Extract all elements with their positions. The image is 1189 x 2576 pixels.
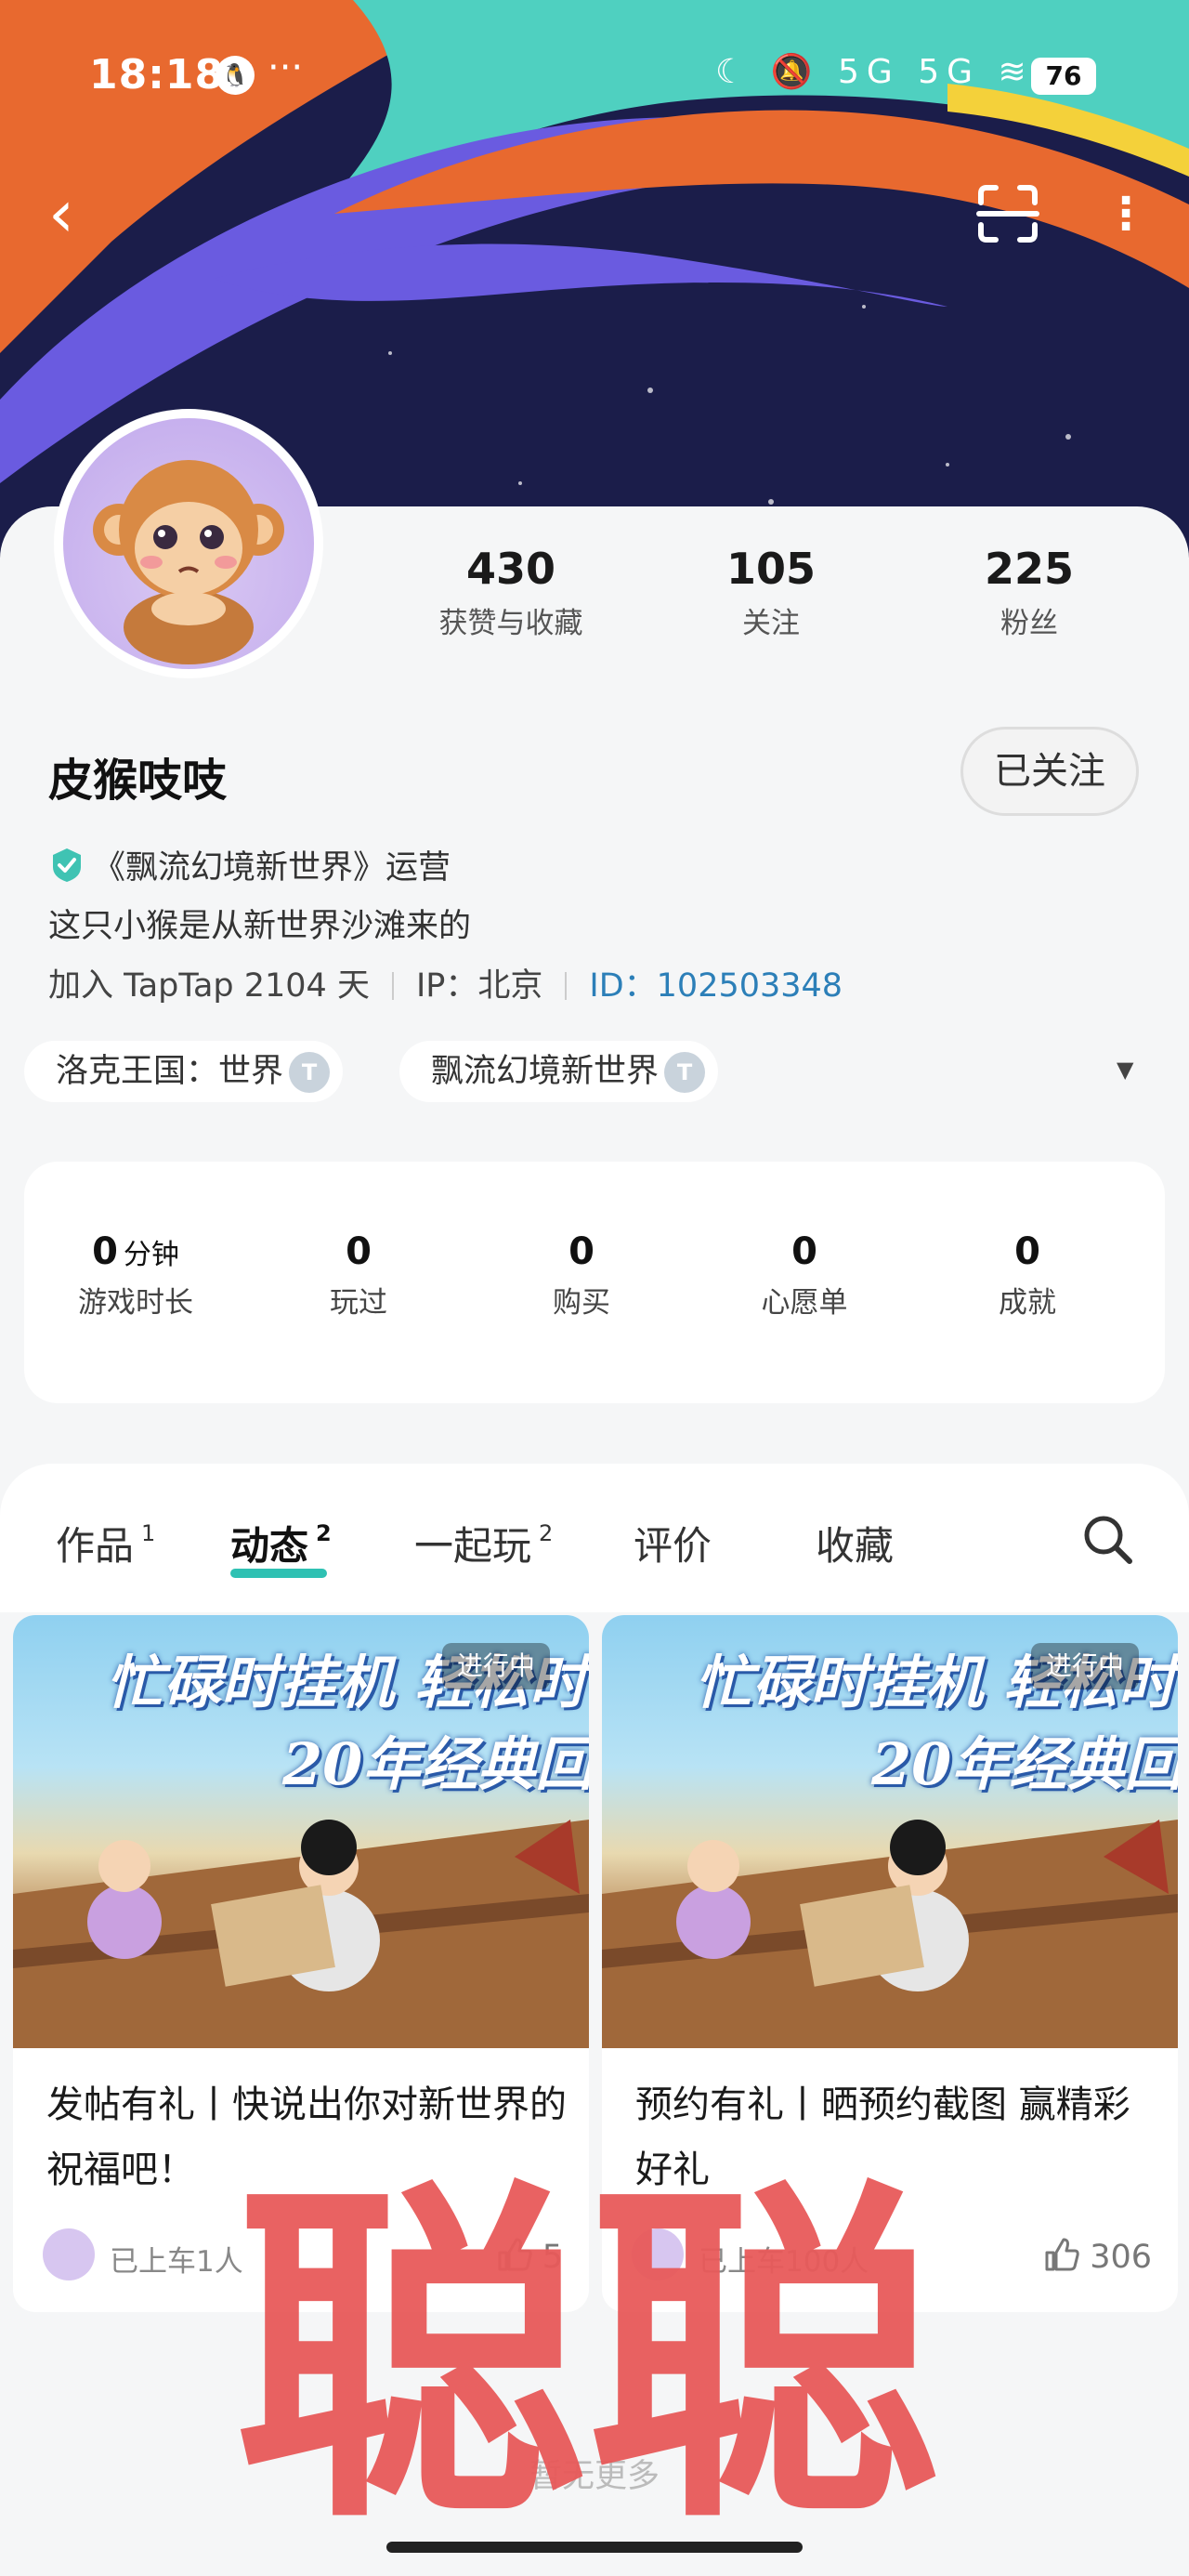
stat-following[interactable]: 105 关注: [650, 544, 892, 641]
ip-location: IP：北京: [415, 967, 543, 1005]
joined-days: 加入 TapTap 2104 天: [48, 967, 370, 1005]
tab-count: 2: [316, 1520, 332, 1546]
tab-label: 动态: [230, 1523, 309, 1569]
wishlist-value: 0: [791, 1230, 817, 1273]
post-thumbnail: 忙碌时挂机 轻松时社 20年经典回归 进行中: [13, 1615, 589, 2048]
tab-bar: [0, 1464, 1189, 1612]
game-tag-label: 洛克王国：世界: [56, 1053, 284, 1090]
achievements-label: 成就: [999, 1286, 1056, 1320]
player-count: 已上车1人: [110, 2245, 243, 2279]
taptap-badge-icon: T: [664, 1052, 706, 1093]
chevron-down-icon[interactable]: ▼: [1117, 1057, 1144, 1084]
stat-following-value: 105: [725, 544, 817, 594]
signal-text: 5G 5G: [837, 53, 981, 91]
status-badge: 进行中: [1031, 1643, 1140, 1689]
purchased-value: 0: [568, 1230, 594, 1273]
banner-subheadline: 20年经典回归: [871, 1730, 1178, 1798]
game-tag[interactable]: 飘流幻境新世界 T: [399, 1041, 719, 1102]
tab-count: 1: [141, 1520, 156, 1546]
divider: [391, 972, 394, 1000]
like-count: 306: [1090, 2239, 1152, 2276]
game-tag-label: 飘流幻境新世界: [431, 1053, 660, 1090]
username: 皮猴吱吱: [48, 755, 228, 807]
tab-play-together[interactable]: 一起玩 2: [414, 1515, 553, 1571]
played-label: 玩过: [330, 1286, 387, 1320]
system-icons: ☾ 🔕 5G 5G ≋: [715, 53, 1034, 91]
qq-icon: 🐧: [216, 56, 255, 95]
tab-works[interactable]: 作品 1: [56, 1515, 155, 1571]
playtime-value: 0: [92, 1230, 118, 1273]
stat-following-label: 关注: [742, 607, 800, 640]
tab-label: 收藏: [816, 1523, 895, 1569]
purchased-label: 购买: [553, 1286, 610, 1320]
game-tags: 洛克王国：世界 T 飘流幻境新世界 T: [24, 1041, 1176, 1106]
stat-followers-value: 225: [984, 544, 1075, 594]
avatar[interactable]: [54, 409, 323, 678]
bio: 这只小猴是从新世界沙滩来的: [48, 908, 472, 945]
taptap-badge-icon: T: [289, 1052, 331, 1093]
achievements-value: 0: [1014, 1230, 1040, 1273]
battery-level: 76: [1031, 58, 1096, 95]
tab-label: 评价: [634, 1523, 712, 1569]
tab-reviews[interactable]: 评价: [634, 1515, 712, 1571]
stat-likes[interactable]: 430 获赞与收藏: [390, 544, 632, 641]
home-indicator[interactable]: [386, 2542, 803, 2553]
status-badge: 进行中: [442, 1643, 551, 1689]
watermark: 聪聪: [234, 2149, 940, 2518]
game-stats-card: 0 分钟 游戏时长 0 玩过 0 购买 0 心愿单 0 成就: [24, 1162, 1165, 1403]
tab-moments[interactable]: 动态 2: [230, 1515, 332, 1571]
following-button[interactable]: 已关注: [960, 727, 1139, 816]
more-vertical-icon[interactable]: ⋮: [1104, 186, 1148, 242]
stat-followers-label: 粉丝: [1000, 607, 1058, 640]
banner-subheadline: 20年经典回归: [282, 1730, 589, 1798]
divider: [565, 972, 568, 1000]
stat-likes-label: 获赞与收藏: [438, 607, 583, 640]
profile-stats: 430 获赞与收藏 105 关注 225 粉丝: [390, 544, 1170, 646]
back-arrow-icon[interactable]: ‹: [48, 181, 104, 246]
wishlist-label: 心愿单: [761, 1286, 848, 1320]
avatar: [43, 2228, 95, 2280]
status-time: 18:18: [89, 51, 225, 99]
verified-text: 《飘流幻境新世界》运营: [93, 849, 451, 887]
game-stat-wishlist[interactable]: 0 心愿单: [693, 1230, 916, 1321]
stat-followers[interactable]: 225 粉丝: [908, 544, 1150, 641]
active-tab-indicator: [230, 1569, 327, 1578]
game-tag[interactable]: 洛克王国：世界 T: [24, 1041, 344, 1102]
game-stat-played[interactable]: 0 玩过: [247, 1230, 470, 1321]
tab-favorites[interactable]: 收藏: [816, 1515, 894, 1571]
game-stat-purchased[interactable]: 0 购买: [470, 1230, 693, 1321]
stat-likes-value: 430: [465, 544, 556, 594]
profile-meta: 加入 TapTap 2104 天 IP：北京 ID：102503348: [48, 959, 843, 1006]
played-value: 0: [346, 1230, 372, 1273]
tab-label: 一起玩: [414, 1523, 532, 1569]
avatar-image: [63, 418, 314, 669]
like-button[interactable]: 306: [1043, 2236, 1152, 2276]
status-more: ···: [268, 46, 304, 89]
verified-line: 《飘流幻境新世界》运营: [48, 841, 451, 888]
playtime-unit: 分钟: [123, 1239, 179, 1271]
post-thumbnail: 忙碌时挂机 轻松时社 20年经典回归 进行中: [602, 1615, 1178, 2048]
verified-badge-icon: [53, 848, 81, 882]
status-bar: 18:18 🐧 ··· ☾ 🔕 5G 5G ≋ 76: [0, 0, 1189, 158]
tab-label: 作品: [56, 1523, 135, 1569]
search-icon[interactable]: [1079, 1511, 1135, 1567]
game-stat-achievements[interactable]: 0 成就: [916, 1230, 1139, 1321]
playtime-label: 游戏时长: [78, 1286, 193, 1320]
game-stat-playtime[interactable]: 0 分钟 游戏时长: [24, 1230, 247, 1321]
monkey-avatar-art: [93, 460, 284, 664]
scan-icon[interactable]: [975, 184, 1040, 243]
watermark-text: 聪聪: [234, 2149, 940, 2518]
tab-count: 2: [539, 1520, 554, 1546]
thumbs-up-icon: [1045, 2238, 1079, 2271]
user-id[interactable]: ID：102503348: [589, 967, 843, 1005]
